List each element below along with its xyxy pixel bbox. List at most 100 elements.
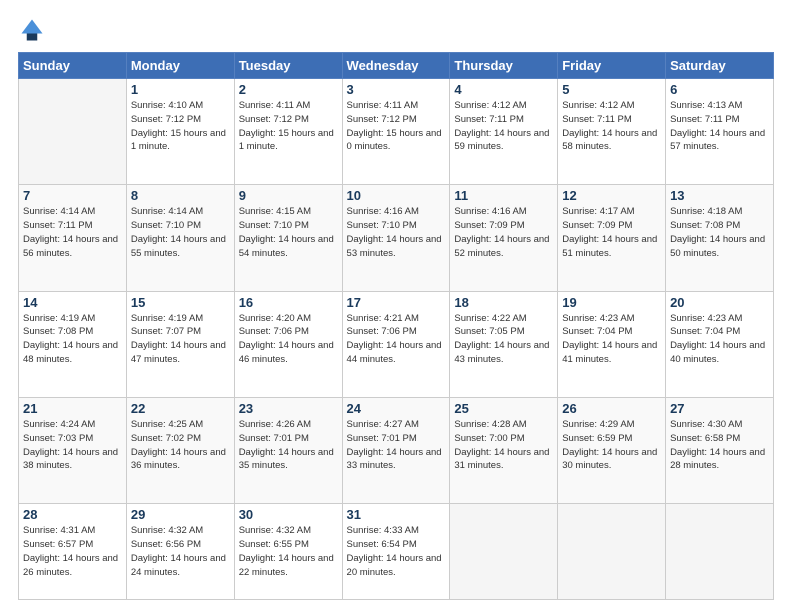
day-info: Sunrise: 4:22 AMSunset: 7:05 PMDaylight:… [454, 312, 553, 367]
day-number: 6 [670, 82, 769, 97]
day-info: Sunrise: 4:28 AMSunset: 7:00 PMDaylight:… [454, 418, 553, 473]
calendar-cell: 22 Sunrise: 4:25 AMSunset: 7:02 PMDayligh… [126, 398, 234, 504]
calendar-cell: 11 Sunrise: 4:16 AMSunset: 7:09 PMDayligh… [450, 185, 558, 291]
day-info: Sunrise: 4:12 AMSunset: 7:11 PMDaylight:… [454, 99, 553, 154]
day-number: 8 [131, 188, 230, 203]
day-number: 18 [454, 295, 553, 310]
day-info: Sunrise: 4:32 AMSunset: 6:56 PMDaylight:… [131, 524, 230, 579]
day-number: 29 [131, 507, 230, 522]
calendar-cell: 12Sunrise: 4:17 AMSunset: 7:09 PMDayligh… [558, 185, 666, 291]
day-info: Sunrise: 4:14 AMSunset: 7:10 PMDaylight:… [131, 205, 230, 260]
day-info: Sunrise: 4:33 AMSunset: 6:54 PMDaylight:… [347, 524, 446, 579]
calendar-header-sunday: Sunday [19, 53, 127, 79]
calendar-cell: 28Sunrise: 4:31 AMSunset: 6:57 PMDayligh… [19, 504, 127, 600]
calendar-cell: 25 Sunrise: 4:28 AMSunset: 7:00 PMDayligh… [450, 398, 558, 504]
day-info: Sunrise: 4:24 AMSunset: 7:03 PMDaylight:… [23, 418, 122, 473]
day-number: 27 [670, 401, 769, 416]
day-info: Sunrise: 4:14 AMSunset: 7:11 PMDaylight:… [23, 205, 122, 260]
calendar-week-2: 7 Sunrise: 4:14 AMSunset: 7:11 PMDaylight… [19, 185, 774, 291]
calendar-cell: 8 Sunrise: 4:14 AMSunset: 7:10 PMDaylight… [126, 185, 234, 291]
calendar-cell: 27 Sunrise: 4:30 AMSunset: 6:58 PMDayligh… [666, 398, 774, 504]
day-number: 25 [454, 401, 553, 416]
day-info: Sunrise: 4:26 AMSunset: 7:01 PMDaylight:… [239, 418, 338, 473]
day-info: Sunrise: 4:13 AMSunset: 7:11 PMDaylight:… [670, 99, 769, 154]
calendar-cell: 4 Sunrise: 4:12 AMSunset: 7:11 PMDaylight… [450, 79, 558, 185]
day-info: Sunrise: 4:30 AMSunset: 6:58 PMDaylight:… [670, 418, 769, 473]
day-number: 1 [131, 82, 230, 97]
calendar-cell: 16 Sunrise: 4:20 AMSunset: 7:06 PMDayligh… [234, 291, 342, 397]
day-number: 7 [23, 188, 122, 203]
calendar-week-3: 14 Sunrise: 4:19 AMSunset: 7:08 PMDayligh… [19, 291, 774, 397]
day-info: Sunrise: 4:16 AMSunset: 7:09 PMDaylight:… [454, 205, 553, 260]
calendar-cell: 17 Sunrise: 4:21 AMSunset: 7:06 PMDayligh… [342, 291, 450, 397]
calendar-header-monday: Monday [126, 53, 234, 79]
day-info: Sunrise: 4:18 AMSunset: 7:08 PMDaylight:… [670, 205, 769, 260]
day-info: Sunrise: 4:25 AMSunset: 7:02 PMDaylight:… [131, 418, 230, 473]
calendar-cell: 20 Sunrise: 4:23 AMSunset: 7:04 PMDayligh… [666, 291, 774, 397]
day-info: Sunrise: 4:19 AMSunset: 7:07 PMDaylight:… [131, 312, 230, 367]
calendar-cell: 2 Sunrise: 4:11 AMSunset: 7:12 PMDaylight… [234, 79, 342, 185]
day-info: Sunrise: 4:16 AMSunset: 7:10 PMDaylight:… [347, 205, 446, 260]
calendar-header-saturday: Saturday [666, 53, 774, 79]
day-info: Sunrise: 4:19 AMSunset: 7:08 PMDaylight:… [23, 312, 122, 367]
calendar-cell [19, 79, 127, 185]
day-number: 11 [454, 188, 553, 203]
calendar-week-4: 21 Sunrise: 4:24 AMSunset: 7:03 PMDayligh… [19, 398, 774, 504]
calendar-cell: 29 Sunrise: 4:32 AMSunset: 6:56 PMDayligh… [126, 504, 234, 600]
calendar-cell: 21 Sunrise: 4:24 AMSunset: 7:03 PMDayligh… [19, 398, 127, 504]
day-info: Sunrise: 4:23 AMSunset: 7:04 PMDaylight:… [562, 312, 661, 367]
calendar-cell: 15 Sunrise: 4:19 AMSunset: 7:07 PMDayligh… [126, 291, 234, 397]
day-number: 3 [347, 82, 446, 97]
day-info: Sunrise: 4:23 AMSunset: 7:04 PMDaylight:… [670, 312, 769, 367]
day-info: Sunrise: 4:31 AMSunset: 6:57 PMDaylight:… [23, 524, 122, 579]
day-number: 4 [454, 82, 553, 97]
calendar-cell [666, 504, 774, 600]
day-info: Sunrise: 4:12 AMSunset: 7:11 PMDaylight:… [562, 99, 661, 154]
calendar-cell: 14 Sunrise: 4:19 AMSunset: 7:08 PMDayligh… [19, 291, 127, 397]
header [18, 16, 774, 44]
day-number: 22 [131, 401, 230, 416]
day-info: Sunrise: 4:11 AMSunset: 7:12 PMDaylight:… [347, 99, 446, 154]
logo [18, 16, 50, 44]
page: SundayMondayTuesdayWednesdayThursdayFrid… [0, 0, 792, 612]
day-number: 2 [239, 82, 338, 97]
day-number: 31 [347, 507, 446, 522]
day-number: 10 [347, 188, 446, 203]
day-info: Sunrise: 4:27 AMSunset: 7:01 PMDaylight:… [347, 418, 446, 473]
day-number: 5 [562, 82, 661, 97]
day-number: 16 [239, 295, 338, 310]
calendar-cell: 23 Sunrise: 4:26 AMSunset: 7:01 PMDayligh… [234, 398, 342, 504]
calendar-cell: 9Sunrise: 4:15 AMSunset: 7:10 PMDaylight… [234, 185, 342, 291]
calendar-cell: 26Sunrise: 4:29 AMSunset: 6:59 PMDayligh… [558, 398, 666, 504]
calendar-header-wednesday: Wednesday [342, 53, 450, 79]
day-info: Sunrise: 4:10 AMSunset: 7:12 PMDaylight:… [131, 99, 230, 154]
calendar-cell: 7 Sunrise: 4:14 AMSunset: 7:11 PMDaylight… [19, 185, 127, 291]
calendar-cell: 30 Sunrise: 4:32 AMSunset: 6:55 PMDayligh… [234, 504, 342, 600]
calendar-cell: 31 Sunrise: 4:33 AMSunset: 6:54 PMDayligh… [342, 504, 450, 600]
day-info: Sunrise: 4:21 AMSunset: 7:06 PMDaylight:… [347, 312, 446, 367]
calendar-header-friday: Friday [558, 53, 666, 79]
day-number: 15 [131, 295, 230, 310]
day-number: 23 [239, 401, 338, 416]
calendar-cell: 1 Sunrise: 4:10 AMSunset: 7:12 PMDaylight… [126, 79, 234, 185]
calendar-header-tuesday: Tuesday [234, 53, 342, 79]
day-number: 19 [562, 295, 661, 310]
day-number: 20 [670, 295, 769, 310]
calendar-cell: 18 Sunrise: 4:22 AMSunset: 7:05 PMDayligh… [450, 291, 558, 397]
day-number: 9 [239, 188, 338, 203]
day-info: Sunrise: 4:20 AMSunset: 7:06 PMDaylight:… [239, 312, 338, 367]
logo-icon [18, 16, 46, 44]
day-info: Sunrise: 4:17 AMSunset: 7:09 PMDaylight:… [562, 205, 661, 260]
day-info: Sunrise: 4:32 AMSunset: 6:55 PMDaylight:… [239, 524, 338, 579]
calendar-table: SundayMondayTuesdayWednesdayThursdayFrid… [18, 52, 774, 600]
day-number: 14 [23, 295, 122, 310]
day-number: 21 [23, 401, 122, 416]
day-number: 30 [239, 507, 338, 522]
calendar-cell [558, 504, 666, 600]
day-number: 17 [347, 295, 446, 310]
day-info: Sunrise: 4:11 AMSunset: 7:12 PMDaylight:… [239, 99, 338, 154]
day-number: 26 [562, 401, 661, 416]
calendar-cell: 13Sunrise: 4:18 AMSunset: 7:08 PMDayligh… [666, 185, 774, 291]
calendar-cell: 10 Sunrise: 4:16 AMSunset: 7:10 PMDayligh… [342, 185, 450, 291]
calendar-cell: 5 Sunrise: 4:12 AMSunset: 7:11 PMDaylight… [558, 79, 666, 185]
